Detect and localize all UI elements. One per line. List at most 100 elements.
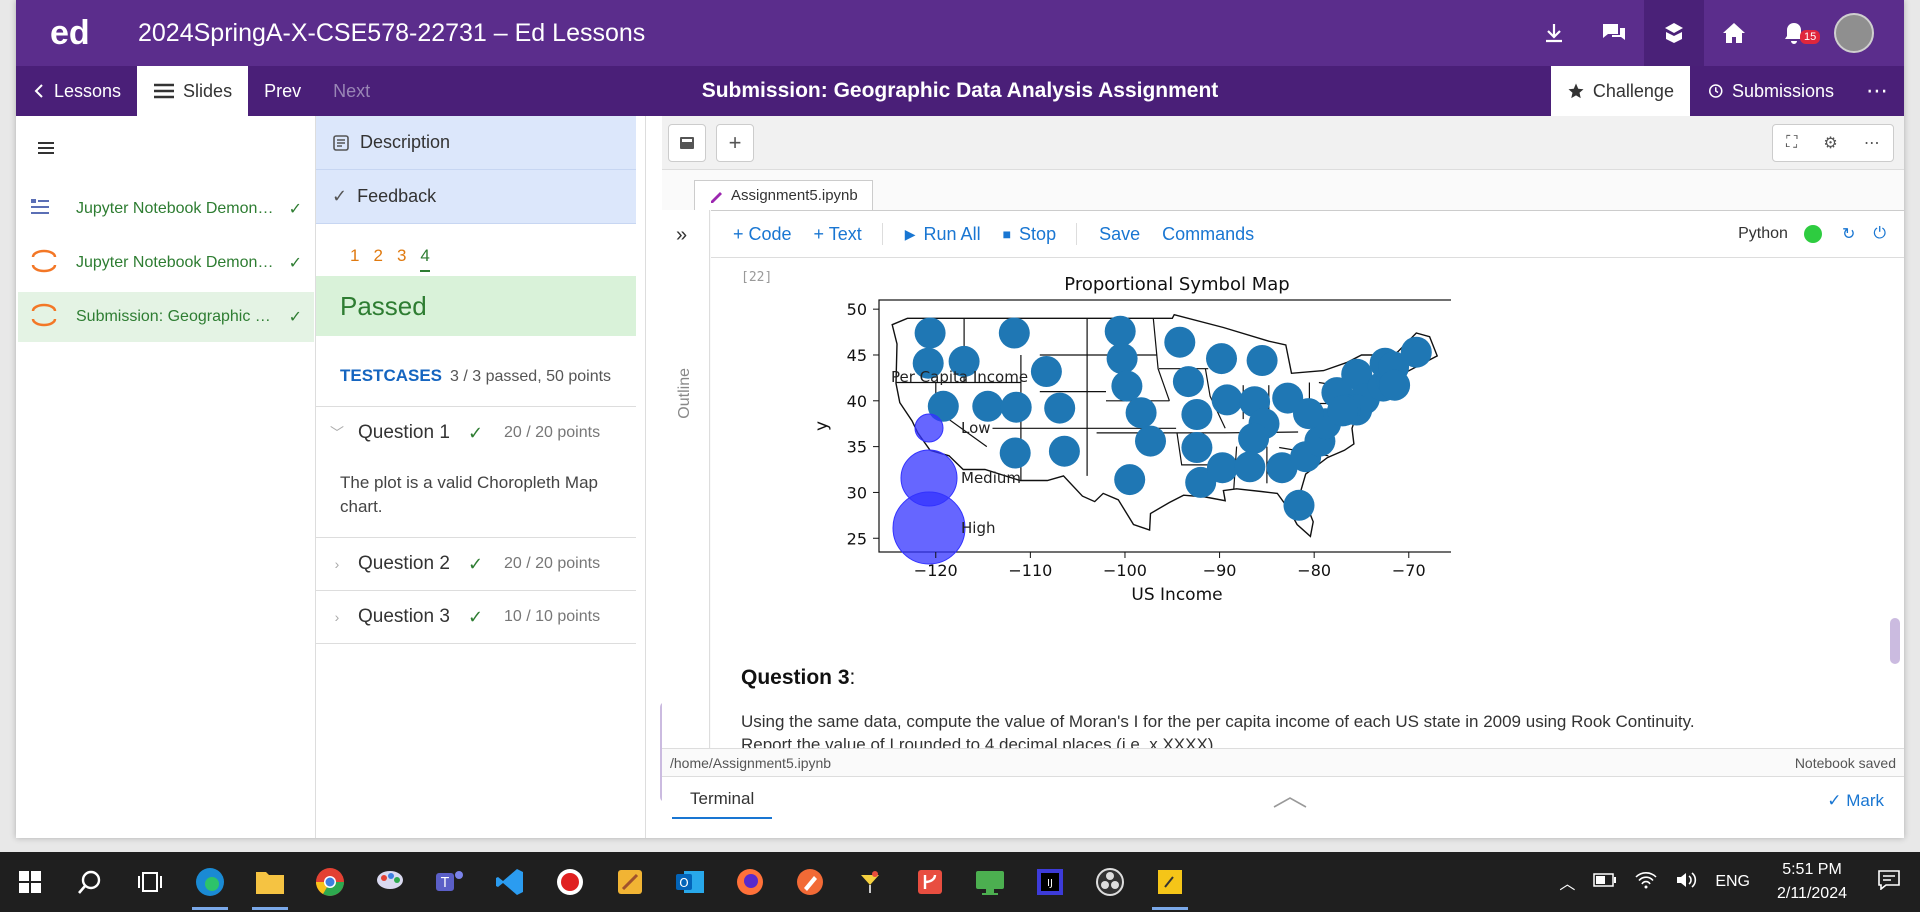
- testcases-summary: TESTCASES 3 / 3 passed, 50 points: [340, 366, 645, 386]
- windows-start-icon[interactable]: [0, 852, 60, 912]
- question-row-2[interactable]: › Question 2 ✓ 20 / 20 points: [316, 538, 636, 591]
- notebook-scrollbar[interactable]: [1890, 618, 1900, 664]
- tropical-app-icon[interactable]: [840, 852, 900, 912]
- question-tab-4[interactable]: 4: [420, 246, 430, 272]
- tab-description[interactable]: Description: [316, 116, 636, 170]
- ed-lessons-window: ed 2024SpringA-X-CSE578-22731 – Ed Lesso…: [16, 0, 1904, 838]
- kernel-status: Python ↻ ⏻: [1738, 224, 1904, 244]
- stop-button[interactable]: ■ Stop: [1003, 224, 1057, 245]
- tools-app-icon[interactable]: [600, 852, 660, 912]
- x-tick-label: −70: [1392, 561, 1426, 580]
- tab-assignment5[interactable]: Assignment5.ipynb: [694, 180, 873, 210]
- recorder-icon[interactable]: [540, 852, 600, 912]
- submissions-button[interactable]: Submissions: [1690, 66, 1850, 116]
- intellij-icon[interactable]: IJ: [1020, 852, 1080, 912]
- outlook-icon[interactable]: O: [660, 852, 720, 912]
- file-explorer-icon[interactable]: [240, 852, 300, 912]
- vscode-icon[interactable]: [480, 852, 540, 912]
- teams-icon[interactable]: T: [420, 852, 480, 912]
- question-row-3[interactable]: › Question 3 ✓ 10 / 10 points: [316, 591, 636, 644]
- question-tab-3[interactable]: 3: [397, 246, 406, 272]
- notification-center-icon[interactable]: [1878, 869, 1900, 895]
- edge-icon[interactable]: [180, 852, 240, 912]
- lessons-back-button[interactable]: Lessons: [16, 66, 137, 116]
- toggle-sidebar-button[interactable]: [668, 124, 706, 162]
- expand-icon[interactable]: »: [676, 224, 687, 247]
- more-icon[interactable]: ⋯: [1850, 66, 1904, 116]
- tab-feedback[interactable]: ✓ Feedback: [316, 170, 636, 224]
- add-code-button[interactable]: + Code: [733, 224, 792, 245]
- lesson-sidebar: Jupyter Notebook Demons... ✓ Jupyter Not…: [16, 116, 316, 838]
- chevron-up-icon[interactable]: ︿: [1559, 870, 1575, 894]
- sticky-notes-icon[interactable]: [1140, 852, 1200, 912]
- tab-terminal[interactable]: Terminal: [672, 789, 773, 819]
- home-icon[interactable]: [1704, 0, 1764, 66]
- lesson-item-1[interactable]: Jupyter Notebook Demons... ✓: [18, 184, 314, 234]
- chat-icon[interactable]: [1584, 0, 1644, 66]
- question-tab-2[interactable]: 2: [373, 246, 382, 272]
- prev-button[interactable]: Prev: [248, 66, 317, 116]
- income-point: [1379, 369, 1411, 401]
- lessons-icon[interactable]: [1644, 0, 1704, 66]
- question-feedback: The plot is a valid Choropleth Map chart…: [316, 459, 636, 538]
- pen-app-icon[interactable]: [780, 852, 840, 912]
- mark-button[interactable]: ✓ Mark: [1827, 791, 1884, 811]
- income-point: [1125, 397, 1157, 429]
- question-3-line-2: Report the value of I rounded to 4 decim…: [741, 735, 1214, 748]
- income-point: [914, 317, 946, 349]
- income-point: [1283, 489, 1315, 521]
- lesson-item-3[interactable]: Submission: Geographic D... ✓: [18, 292, 314, 342]
- task-view-icon[interactable]: [120, 852, 180, 912]
- top-bar: ed 2024SpringA-X-CSE578-22731 – Ed Lesso…: [16, 0, 1904, 66]
- stop-icon: ■: [1002, 226, 1012, 242]
- commands-button[interactable]: Commands: [1162, 224, 1254, 245]
- challenge-button[interactable]: Challenge: [1550, 66, 1690, 116]
- income-point: [1104, 315, 1136, 347]
- income-point: [1181, 432, 1213, 463]
- obs-icon[interactable]: [1080, 852, 1140, 912]
- add-text-button[interactable]: + Text: [814, 224, 862, 245]
- fullscreen-icon[interactable]: ⛶: [1786, 134, 1797, 152]
- wifi-icon[interactable]: [1635, 871, 1657, 894]
- svg-text:IJ: IJ: [1047, 878, 1053, 889]
- chrome-icon[interactable]: [300, 852, 360, 912]
- paint-icon[interactable]: [360, 852, 420, 912]
- outline-label[interactable]: Outline: [676, 368, 694, 419]
- user-avatar[interactable]: [1824, 0, 1884, 66]
- star-icon: [1568, 83, 1584, 99]
- volume-icon[interactable]: [1675, 871, 1697, 894]
- power-icon[interactable]: ⏻: [1873, 225, 1886, 243]
- save-status: Notebook saved: [1794, 754, 1896, 771]
- question-tab-1[interactable]: 1: [350, 246, 359, 272]
- input-language[interactable]: ENG: [1715, 873, 1750, 891]
- x-axis-label: US Income: [1131, 585, 1222, 605]
- proportional-symbol-map: Proportional Symbol Map Per Capita Incom…: [812, 274, 1451, 605]
- search-icon[interactable]: [60, 852, 120, 912]
- bell-icon[interactable]: 15: [1764, 0, 1824, 66]
- check-icon: ✓: [468, 422, 484, 443]
- income-point: [1172, 366, 1204, 398]
- run-all-button[interactable]: ▶ Run All: [905, 224, 981, 245]
- more-icon[interactable]: ⋯: [1864, 133, 1880, 153]
- restart-icon[interactable]: ↻: [1842, 224, 1855, 244]
- new-tab-button[interactable]: +: [716, 124, 754, 162]
- battery-icon[interactable]: [1593, 872, 1617, 892]
- question-3-line-1: Using the same data, compute the value o…: [741, 712, 1695, 731]
- next-button[interactable]: Next: [317, 66, 386, 116]
- gear-icon[interactable]: ⚙: [1823, 133, 1837, 153]
- question-3-title: Question 3: [741, 666, 850, 689]
- jupyter-icon: [30, 247, 58, 280]
- question-row-1[interactable]: ﹀ Question 1 ✓ 20 / 20 points: [316, 407, 636, 459]
- check-icon: ✓: [288, 201, 302, 218]
- ed-logo[interactable]: ed: [50, 14, 122, 53]
- slides-button[interactable]: Slides: [137, 66, 249, 116]
- remote-desktop-icon[interactable]: [960, 852, 1020, 912]
- menu-icon[interactable]: [36, 140, 56, 161]
- git-app-icon[interactable]: [900, 852, 960, 912]
- lesson-item-2[interactable]: Jupyter Notebook Demons... ✓: [18, 238, 314, 288]
- firefox-icon[interactable]: [720, 852, 780, 912]
- clock[interactable]: 5:51 PM 2/11/2024: [1777, 858, 1847, 906]
- save-button[interactable]: Save: [1099, 224, 1140, 245]
- chevron-up-icon[interactable]: [1272, 795, 1308, 809]
- download-icon[interactable]: [1524, 0, 1584, 66]
